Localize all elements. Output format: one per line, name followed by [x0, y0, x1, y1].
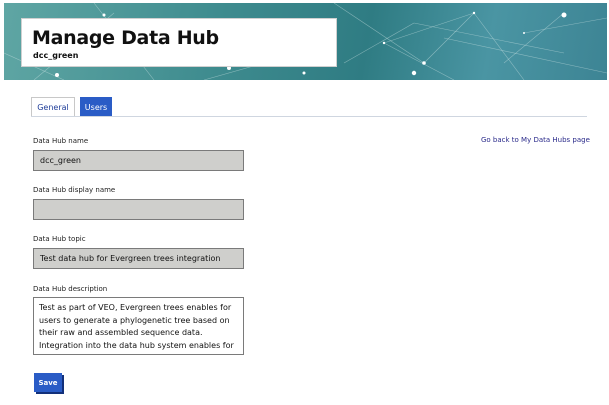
- back-to-data-hubs-link[interactable]: Go back to My Data Hubs page: [481, 136, 590, 144]
- tab-general[interactable]: General: [31, 97, 75, 117]
- description-textarea[interactable]: Test as part of VEO, Evergreen trees ena…: [33, 297, 244, 355]
- title-card: Manage Data Hub dcc_green: [21, 18, 337, 67]
- display-name-label: Data Hub display name: [33, 186, 116, 194]
- display-name-field[interactable]: [33, 199, 244, 220]
- page-title: Manage Data Hub: [32, 27, 219, 49]
- description-label: Data Hub description: [33, 285, 108, 293]
- name-label: Data Hub name: [33, 137, 89, 145]
- header-banner: Manage Data Hub dcc_green: [4, 3, 607, 80]
- name-field[interactable]: dcc_green: [33, 150, 244, 171]
- tab-users[interactable]: Users: [80, 97, 112, 117]
- save-button[interactable]: Save: [34, 373, 62, 392]
- tab-divider: [31, 116, 587, 117]
- topic-label: Data Hub topic: [33, 235, 86, 243]
- topic-field[interactable]: Test data hub for Evergreen trees integr…: [33, 248, 244, 269]
- page-subtitle: dcc_green: [33, 51, 79, 60]
